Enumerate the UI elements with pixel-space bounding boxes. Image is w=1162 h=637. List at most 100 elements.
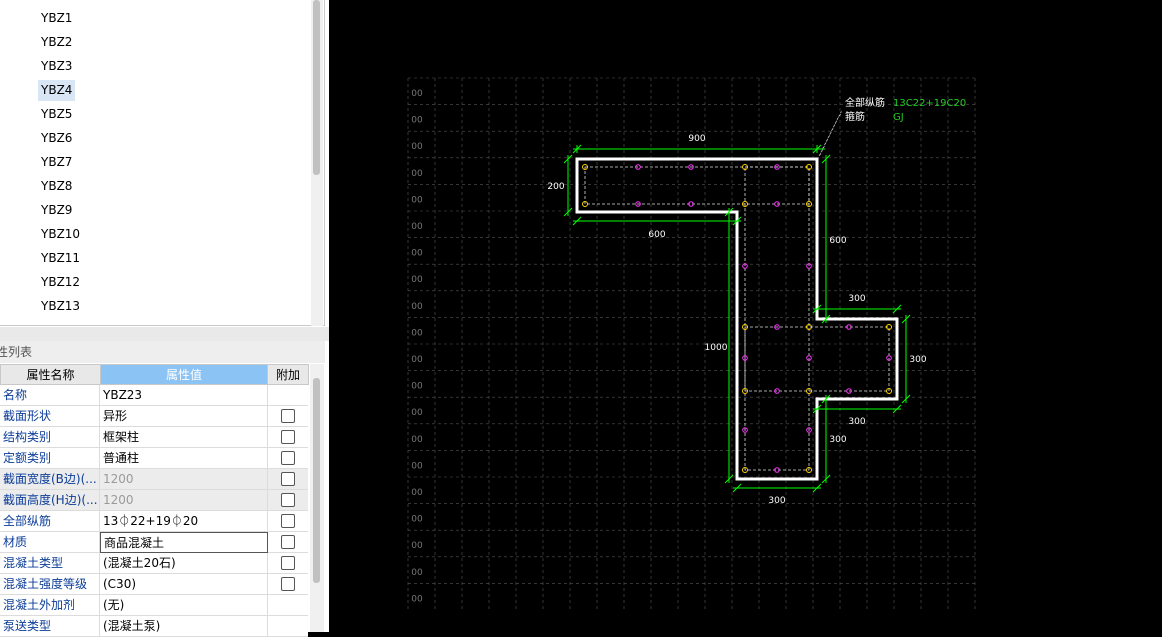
property-row[interactable]: 结构类别 框架柱 xyxy=(0,427,308,448)
extra-checkbox[interactable] xyxy=(281,514,295,528)
legend-longitudinal-label: 全部纵筋 xyxy=(845,96,885,109)
component-item[interactable]: YBZ8 xyxy=(38,176,75,197)
dim-stem-lower: 300 xyxy=(829,435,846,445)
component-item[interactable]: YBZ7 xyxy=(38,152,75,173)
legend-stirrup-value: GJ xyxy=(893,112,904,123)
property-value[interactable]: 普通柱 xyxy=(100,448,268,469)
property-value[interactable]: YBZ23 xyxy=(100,385,268,406)
property-extra-cell xyxy=(268,595,308,616)
drawing-canvas[interactable]: 00 00 00 00 00 00 00 00 00 00 00 00 00 00 00 00 00 00 00 00… xyxy=(329,0,1162,632)
property-name: 名称 xyxy=(0,385,100,406)
extra-checkbox[interactable] xyxy=(281,556,295,570)
property-row[interactable]: 混凝土强度等级 (C30) xyxy=(0,574,308,595)
component-item[interactable]: YBZ5 xyxy=(38,104,75,125)
grid-label: 00 xyxy=(411,568,423,578)
header-property-name[interactable]: 属性名称 xyxy=(0,364,101,385)
grid-label: 00 xyxy=(411,249,423,259)
extra-checkbox[interactable] xyxy=(281,493,295,507)
grid-label: 00 xyxy=(411,275,423,285)
stirrup-top xyxy=(584,166,810,205)
grid-label: 00 xyxy=(411,594,423,604)
stirrup-flange xyxy=(744,326,890,392)
column-section-drawing[interactable]: 00 00 00 00 00 00 00 00 00 00 00 00 00 00 00 00 00 00 00 00… xyxy=(329,0,1162,632)
component-item[interactable]: YBZ9 xyxy=(38,200,75,221)
property-row[interactable]: 截面形状 异形 xyxy=(0,406,308,427)
stirrup-stem xyxy=(744,166,810,471)
grid-label: 00 xyxy=(411,142,423,152)
component-list-scroll-thumb[interactable] xyxy=(313,0,320,175)
property-extra-cell xyxy=(268,553,308,574)
dim-lower-offset: 600 xyxy=(648,230,665,240)
property-name: 定额类别 xyxy=(0,448,100,469)
extra-checkbox[interactable] xyxy=(281,577,295,591)
column-outline[interactable] xyxy=(575,157,899,481)
dim-bottom-width: 300 xyxy=(768,496,785,506)
property-value[interactable]: (无) xyxy=(100,595,268,616)
property-row[interactable]: 全部纵筋 13⏀22+19⏀20 xyxy=(0,511,308,532)
properties-panel-title-text: 性列表 xyxy=(0,345,33,359)
extra-checkbox[interactable] xyxy=(281,430,295,444)
component-item[interactable]: YBZ4 xyxy=(38,80,76,101)
component-item[interactable]: YBZ13 xyxy=(38,296,83,317)
component-item[interactable]: YBZ10 xyxy=(38,224,83,245)
property-name: 混凝土外加剂 xyxy=(0,595,100,616)
property-extra-cell xyxy=(268,448,308,469)
grid-label: 00 xyxy=(411,461,423,471)
property-name: 混凝土类型 xyxy=(0,553,100,574)
component-item[interactable]: YBZ6 xyxy=(38,128,75,149)
header-extra[interactable]: 附加 xyxy=(267,364,309,385)
extra-checkbox[interactable] xyxy=(281,535,295,549)
dim-top-width: 900 xyxy=(688,134,705,144)
grid-label: 00 xyxy=(411,435,423,445)
properties-panel-title: 性列表 xyxy=(0,341,325,363)
property-row[interactable]: 定额类别 普通柱 xyxy=(0,448,308,469)
property-value[interactable]: 商品混凝土 xyxy=(100,532,268,553)
property-name: 结构类别 xyxy=(0,427,100,448)
extra-checkbox[interactable] xyxy=(281,451,295,465)
component-item[interactable]: YBZ11 xyxy=(38,248,83,269)
dim-flange-bottom: 300 xyxy=(848,417,865,427)
grid-label: 00 xyxy=(411,169,423,179)
dim-left-height: 200 xyxy=(547,182,564,192)
property-row[interactable]: 混凝土外加剂 (无) xyxy=(0,595,308,616)
left-panel: YBZ1 YBZ2 YBZ3 YBZ4 YBZ5 YBZ6 YBZ7 YBZ8 YBZ9 YBZ1… xyxy=(0,0,329,637)
grid-label: 00 xyxy=(411,515,423,525)
property-value[interactable]: 1200 xyxy=(100,469,268,490)
property-name: 截面宽度(B边)(... xyxy=(0,469,100,490)
properties-scroll-thumb[interactable] xyxy=(313,378,320,583)
property-name: 混凝土强度等级 xyxy=(0,574,100,595)
property-row[interactable]: 名称 YBZ23 xyxy=(0,385,308,406)
property-row[interactable]: 混凝土类型 (混凝土20石) xyxy=(0,553,308,574)
grid-label: 00 xyxy=(411,488,423,498)
property-value[interactable]: 1200 xyxy=(100,490,268,511)
panel-splitter[interactable] xyxy=(0,327,329,341)
grid-label: 00 xyxy=(411,222,423,232)
extra-checkbox[interactable] xyxy=(281,472,295,486)
property-row[interactable]: 截面高度(H边)(... 1200 xyxy=(0,490,308,511)
component-item[interactable]: YBZ12 xyxy=(38,272,83,293)
property-name: 材质 xyxy=(0,532,100,553)
property-value[interactable]: (C30) xyxy=(100,574,268,595)
dim-left-total: 1000 xyxy=(705,343,728,353)
extra-checkbox[interactable] xyxy=(281,409,295,423)
dim-flange-height: 300 xyxy=(909,355,926,365)
property-value[interactable]: 异形 xyxy=(100,406,268,427)
grid-label: 00 xyxy=(411,541,423,551)
property-value[interactable]: 框架柱 xyxy=(100,427,268,448)
property-row[interactable]: 截面宽度(B边)(... 1200 xyxy=(0,469,308,490)
header-property-value[interactable]: 属性值 xyxy=(100,364,268,385)
property-value[interactable]: (混凝土泵) xyxy=(100,616,268,637)
component-item[interactable]: YBZ2 xyxy=(38,32,75,53)
property-row[interactable]: 泵送类型 (混凝土泵) xyxy=(0,616,308,637)
property-extra-cell xyxy=(268,511,308,532)
property-extra-cell xyxy=(268,616,308,637)
component-item[interactable]: YBZ3 xyxy=(38,56,75,77)
component-item[interactable]: YBZ1 xyxy=(38,8,75,29)
property-row[interactable]: 材质 商品混凝土 xyxy=(0,532,308,553)
grid-label: 00 xyxy=(411,328,423,338)
dim-flange-top: 300 xyxy=(848,294,865,304)
property-value[interactable]: 13⏀22+19⏀20 xyxy=(100,511,268,532)
property-name: 全部纵筋 xyxy=(0,511,100,532)
property-name: 截面形状 xyxy=(0,406,100,427)
property-value[interactable]: (混凝土20石) xyxy=(100,553,268,574)
